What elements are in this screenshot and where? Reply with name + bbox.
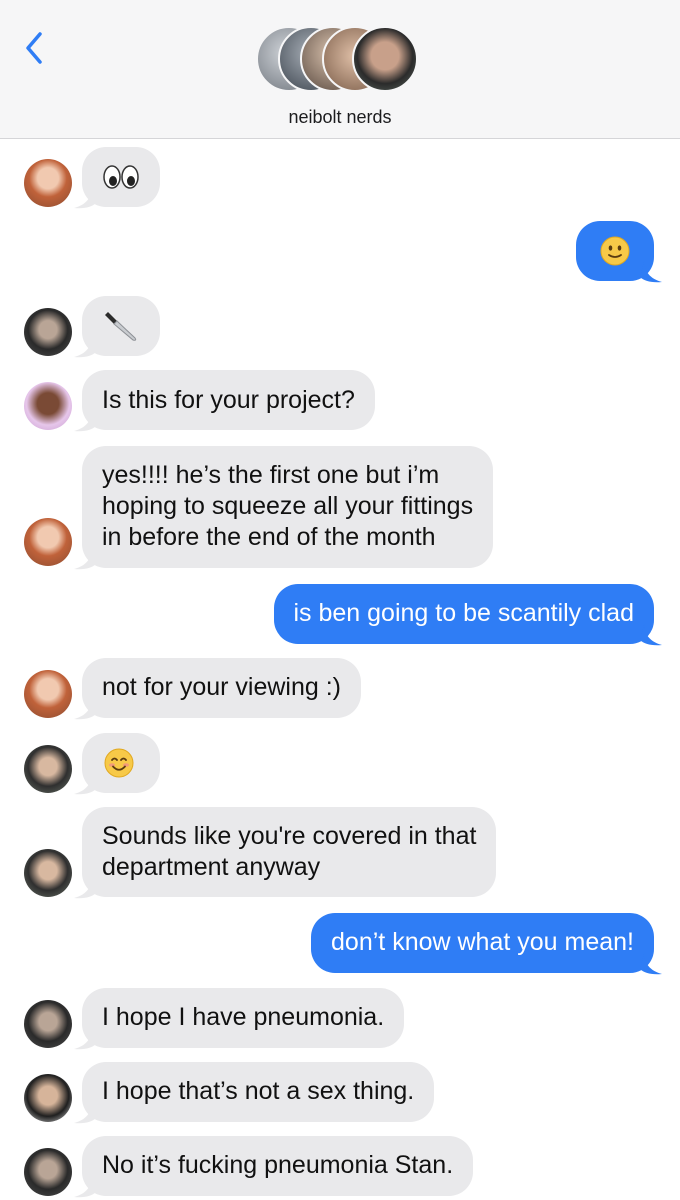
smiling-face-icon [104,748,134,778]
message-line: in before the end of the month [102,523,436,551]
message-row: Is this for your project? [0,370,680,432]
avatar[interactable] [24,849,72,897]
message-bubble[interactable]: Sounds like you're covered in that depar… [82,807,497,897]
message-bubble[interactable]: yes!!!! he’s the first one but i’m hopin… [82,446,494,568]
avatar[interactable] [24,518,72,566]
message-text: No it’s fucking pneumonia Stan. [102,1151,454,1179]
message-row: yes!!!! he’s the first one but i’m hopin… [0,446,680,570]
message-row: is ben going to be scantily clad [0,584,680,646]
bubble-tail [74,410,96,432]
avatar[interactable] [24,745,72,793]
bubble-tail [74,1102,96,1124]
avatar[interactable] [24,1000,72,1048]
conversation-header: neibolt nerds [0,0,680,139]
avatar[interactable] [24,382,72,430]
message-row: don’t know what you mean! [0,913,680,975]
bubble-tail [640,953,662,975]
message-bubble[interactable]: is ben going to be scantily clad [273,584,654,644]
message-bubble[interactable]: No it’s fucking pneumonia Stan. [82,1136,474,1196]
avatar[interactable] [24,670,72,718]
message-row: I hope I have pneumonia. [0,988,680,1050]
avatar[interactable] [24,1148,72,1196]
bubble-tail [74,336,96,358]
avatar[interactable] [24,1074,72,1122]
kitchen-knife-icon [105,312,137,341]
message-text: Is this for your project? [102,386,355,414]
message-text: don’t know what you mean! [331,928,634,956]
message-bubble[interactable]: I hope I have pneumonia. [82,988,405,1048]
message-bubble[interactable]: Is this for your project? [82,370,375,430]
group-avatars[interactable] [256,26,426,96]
message-text: is ben going to be scantily clad [293,599,635,627]
conversation-title[interactable]: neibolt nerds [0,107,680,128]
message-row: 🔪 [0,296,680,358]
bubble-tail [640,261,662,283]
bubble-tail [74,1028,96,1050]
message-line: yes!!!! he’s the first one but i’m [102,461,440,489]
message-text: I hope I have pneumonia. [102,1003,385,1031]
bubble-tail [74,773,96,795]
message-text: not for your viewing :) [102,673,341,701]
eyes-icon [103,165,139,189]
back-button[interactable] [20,26,56,70]
message-line: hoping to squeeze all your fittings [102,492,474,520]
message-row: 🙂 [0,221,680,283]
message-row: No it’s fucking pneumonia Stan. [0,1136,680,1198]
message-bubble[interactable]: not for your viewing :) [82,658,361,718]
bubble-tail [74,187,96,209]
message-row: Sounds like you're covered in that depar… [0,807,680,899]
bubble-tail [640,624,662,646]
bubble-tail [74,1176,96,1198]
message-bubble[interactable]: don’t know what you mean! [311,913,654,973]
message-row: 😊 [0,733,680,795]
bubble-tail [74,877,96,899]
avatar[interactable] [24,308,72,356]
chevron-left-icon [26,32,42,64]
message-line: Sounds like you're covered in that [102,822,477,850]
bubble-tail [74,698,96,720]
message-row: I hope that’s not a sex thing. [0,1062,680,1124]
slightly-smiling-face-icon [600,236,630,266]
message-row: not for your viewing :) [0,658,680,720]
message-line: department anyway [102,853,321,881]
avatar[interactable] [24,159,72,207]
message-bubble[interactable]: I hope that’s not a sex thing. [82,1062,435,1122]
bubble-tail [74,548,96,570]
message-row: 👀 [0,147,680,209]
message-text: I hope that’s not a sex thing. [102,1077,415,1105]
avatar [352,26,418,92]
